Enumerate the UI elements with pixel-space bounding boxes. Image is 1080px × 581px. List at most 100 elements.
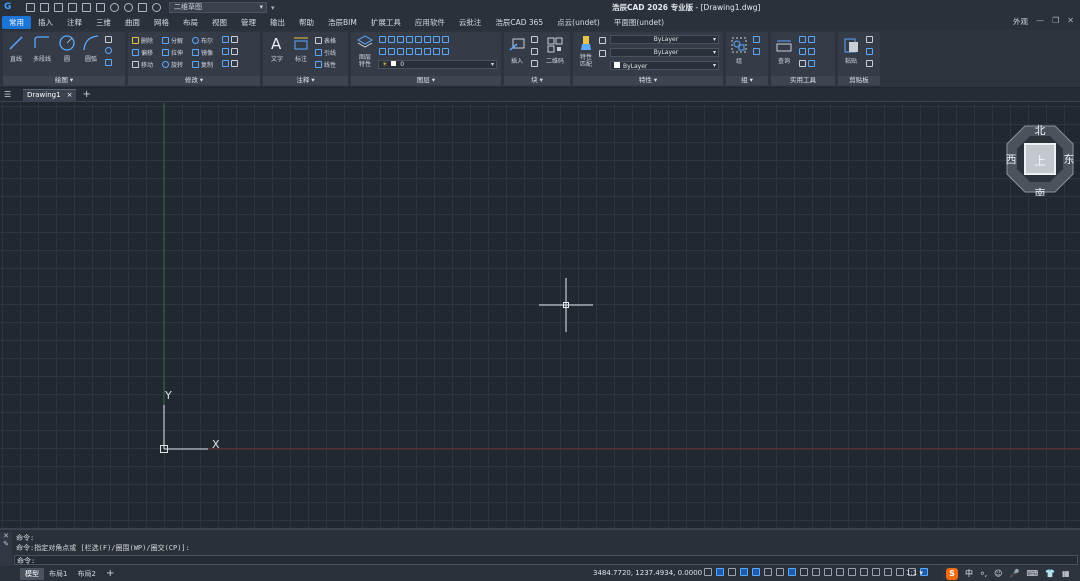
- block-panel-label[interactable]: 块 ▾: [504, 76, 570, 85]
- ribbon-tab-0[interactable]: 常用: [2, 16, 31, 29]
- group-button[interactable]: 组: [728, 36, 750, 65]
- array-icon[interactable]: [222, 60, 238, 67]
- ungroup-icon[interactable]: [753, 36, 760, 43]
- save-all-icon[interactable]: [82, 3, 91, 12]
- explode-button[interactable]: 分解: [162, 36, 183, 45]
- minimize-icon[interactable]: —: [1036, 16, 1044, 25]
- save-as-icon[interactable]: [68, 3, 77, 12]
- boolean-button[interactable]: 布尔: [192, 36, 213, 45]
- line-button[interactable]: 直线: [5, 34, 27, 63]
- snap-toggle-icon[interactable]: [716, 568, 724, 576]
- ribbon-tab-1[interactable]: 插入: [31, 16, 60, 29]
- utility-tools-row2[interactable]: [799, 48, 815, 55]
- ribbon-tab-2[interactable]: 注释: [60, 16, 89, 29]
- hardware-accel-icon[interactable]: [848, 568, 856, 576]
- match-properties-button[interactable]: 特性匹配: [575, 34, 597, 68]
- undo-icon[interactable]: [110, 3, 119, 12]
- annotation-scale-icon[interactable]: [824, 568, 832, 576]
- paste-button[interactable]: 粘贴: [840, 36, 862, 65]
- headset-icon[interactable]: [152, 3, 161, 12]
- cut-icon[interactable]: [866, 48, 873, 55]
- add-tab-icon[interactable]: +: [82, 89, 90, 100]
- add-layout-icon[interactable]: +: [101, 568, 119, 580]
- close-tab-icon[interactable]: ×: [67, 91, 73, 99]
- open-file-icon[interactable]: [40, 3, 49, 12]
- osnap-toggle-icon[interactable]: [752, 568, 760, 576]
- sogou-ime-icon[interactable]: S: [946, 567, 958, 580]
- ribbon-tab-3[interactable]: 三维: [89, 16, 118, 29]
- copy-button[interactable]: 复制: [192, 60, 213, 69]
- lineweight-toggle-icon[interactable]: [776, 568, 784, 576]
- copy-clip-icon[interactable]: [866, 36, 873, 43]
- ribbon-tab-11[interactable]: 浩辰BIM: [321, 16, 364, 29]
- polar-toggle-icon[interactable]: [740, 568, 748, 576]
- annotation-panel-label[interactable]: 注释 ▾: [263, 76, 348, 85]
- selection-cycle-icon[interactable]: [812, 568, 820, 576]
- ortho-toggle-icon[interactable]: [728, 568, 736, 576]
- trim-icon[interactable]: [222, 36, 238, 43]
- draw-panel-label[interactable]: 绘图 ▾: [3, 76, 125, 85]
- app-logo-icon[interactable]: G: [4, 2, 18, 13]
- layout1-tab[interactable]: 布局1: [44, 568, 72, 580]
- block-create-icon[interactable]: [531, 48, 538, 55]
- circle-button[interactable]: 圆: [56, 34, 78, 63]
- new-file-icon[interactable]: [26, 3, 35, 12]
- command-settings-icon[interactable]: ✎: [0, 540, 12, 548]
- modify-panel-label[interactable]: 修改 ▾: [128, 76, 260, 85]
- properties-panel-label[interactable]: 特性 ▾: [573, 76, 723, 85]
- redo-icon[interactable]: [124, 3, 133, 12]
- otrack-toggle-icon[interactable]: [764, 568, 772, 576]
- erase-button[interactable]: 删除: [132, 36, 153, 45]
- units-icon[interactable]: [872, 568, 880, 576]
- linear-button[interactable]: 线性: [315, 60, 336, 69]
- offset-button[interactable]: 偏移: [132, 48, 153, 57]
- hamburger-menu-icon[interactable]: ☰: [4, 90, 13, 99]
- group-panel-label[interactable]: 组 ▾: [726, 76, 768, 85]
- restore-icon[interactable]: ❐: [1052, 16, 1059, 25]
- ribbon-tab-4[interactable]: 曲面: [118, 16, 147, 29]
- ribbon-tab-17[interactable]: 平面图(undet): [607, 16, 671, 29]
- lock-ui-icon[interactable]: [896, 568, 904, 576]
- point-icon[interactable]: [105, 36, 112, 43]
- layer-tools-row1[interactable]: [379, 36, 449, 43]
- text-button[interactable]: A 文字: [266, 34, 288, 63]
- compass-south[interactable]: 南: [1035, 187, 1046, 200]
- ribbon-tab-16[interactable]: 点云(undet): [550, 16, 607, 29]
- compass-east[interactable]: 东: [1064, 153, 1075, 166]
- stretch-button[interactable]: 拉伸: [162, 48, 183, 57]
- table-button[interactable]: 表格: [315, 36, 336, 45]
- clean-screen-icon[interactable]: [860, 568, 868, 576]
- ribbon-tab-7[interactable]: 视图: [205, 16, 234, 29]
- grid-toggle-icon[interactable]: [704, 568, 712, 576]
- appearance-menu[interactable]: 外观: [1013, 16, 1028, 27]
- qat-customize-icon[interactable]: ▾: [271, 4, 275, 12]
- layer-properties-button[interactable]: 图层特性: [354, 34, 376, 68]
- ribbon-tab-8[interactable]: 管理: [234, 16, 263, 29]
- qrcode-button[interactable]: 二维码: [543, 36, 567, 65]
- rectangle-icon[interactable]: [105, 59, 112, 66]
- utility-tools-row1[interactable]: [799, 36, 815, 43]
- leader-button[interactable]: 引线: [315, 48, 336, 57]
- ime-skin-icon[interactable]: 👕: [1045, 569, 1055, 578]
- ime-keyboard-icon[interactable]: ⌨: [1026, 569, 1038, 578]
- drawing1-tab[interactable]: Drawing1 ×: [23, 88, 77, 101]
- layout-nav-icon[interactable]: [2, 569, 20, 579]
- ime-chinese-mode[interactable]: 中: [965, 568, 973, 579]
- save-icon[interactable]: [54, 3, 63, 12]
- layers-panel-label[interactable]: 图层 ▾: [351, 76, 501, 85]
- ribbon-tab-6[interactable]: 布局: [176, 16, 205, 29]
- ime-toolbox-icon[interactable]: ▦: [1062, 569, 1070, 578]
- clipboard-panel-label[interactable]: 剪贴板: [838, 76, 880, 85]
- mirror-button[interactable]: 镜像: [192, 48, 213, 57]
- arc-button[interactable]: 圆弧: [80, 34, 102, 63]
- transparency-toggle-icon[interactable]: [800, 568, 808, 576]
- dyn-input-toggle-icon[interactable]: [788, 568, 796, 576]
- quick-props-icon[interactable]: [884, 568, 892, 576]
- command-close-icon[interactable]: ✕: [0, 532, 12, 540]
- copy-with-base-icon[interactable]: [866, 60, 873, 67]
- ime-punctuation-icon[interactable]: ⸰,: [980, 568, 987, 579]
- insert-block-button[interactable]: 插入: [506, 36, 528, 65]
- move-button[interactable]: 移动: [132, 60, 153, 69]
- compass-north[interactable]: 北: [1035, 124, 1046, 137]
- ribbon-tab-14[interactable]: 云批注: [452, 16, 489, 29]
